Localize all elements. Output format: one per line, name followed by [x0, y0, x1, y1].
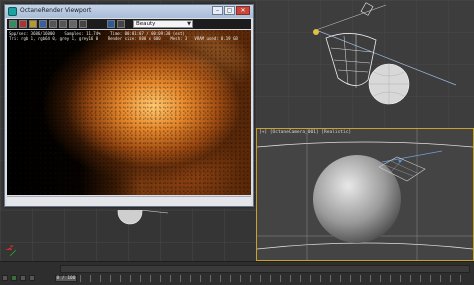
- scene-wireframe-top: [313, 2, 457, 105]
- horizon-curve-top: [257, 141, 473, 148]
- minimize-button[interactable]: –: [212, 6, 223, 15]
- save-image-icon[interactable]: [49, 20, 57, 28]
- sphere: [313, 155, 401, 243]
- render-noise: [7, 30, 251, 195]
- window-statusbar: [7, 196, 251, 206]
- clay-mode-icon[interactable]: [59, 20, 67, 28]
- play-icon[interactable]: [11, 275, 17, 281]
- window-title: OctaneRender Viewport: [20, 7, 92, 14]
- viewport-bottom-left[interactable]: [0, 210, 256, 261]
- frame-indicator[interactable]: 0 / 100: [55, 275, 77, 282]
- settings-icon[interactable]: [79, 20, 87, 28]
- camera-view-scene: [257, 129, 473, 260]
- axis-gizmo: [5, 245, 14, 250]
- window-titlebar[interactable]: OctaneRender Viewport – ▢ ✕: [5, 5, 253, 18]
- viewport-top-right[interactable]: [256, 0, 474, 128]
- lock-icon[interactable]: [117, 20, 125, 28]
- render-output[interactable]: Spp/sec: 3686/16000 Samples: 11.74% Time…: [7, 30, 251, 195]
- stats-line-2: Tri: rgb 1, rgb64 0, grey 1, grey16 0 Re…: [9, 36, 238, 41]
- backdrop-mesh: [325, 33, 377, 86]
- viewport-camera[interactable]: [+] [OctaneCamera_001] [Realistic]: [256, 128, 474, 261]
- key-icon[interactable]: [29, 275, 35, 281]
- bottom-left-scene: [5, 210, 169, 257]
- render-pass-select[interactable]: Beauty ▼: [133, 20, 193, 28]
- close-button[interactable]: ✕: [236, 6, 250, 15]
- octane-render-window[interactable]: OctaneRender Viewport – ▢ ✕ Beauty ▼ Spp…: [4, 4, 254, 207]
- max-logo-icon[interactable]: [2, 275, 8, 281]
- camera-icon: [313, 29, 319, 35]
- horizon-curve-bottom: [257, 242, 473, 250]
- restart-render-icon[interactable]: [39, 20, 47, 28]
- pause-icon[interactable]: [20, 275, 26, 281]
- stop-render-icon[interactable]: [19, 20, 27, 28]
- time-slider-track[interactable]: [60, 265, 470, 273]
- backdrop-mesh-lines: [330, 34, 373, 88]
- timeline-controls: [2, 275, 52, 283]
- render-pass-value: Beauty: [136, 21, 156, 27]
- chevron-down-icon: ▼: [187, 21, 191, 27]
- color-picker-icon[interactable]: [107, 20, 115, 28]
- target-line: [315, 4, 387, 31]
- pause-render-icon[interactable]: [29, 20, 37, 28]
- timeline-bar[interactable]: 0 / 100: [0, 261, 474, 285]
- start-render-icon[interactable]: [9, 20, 17, 28]
- sphere-wire: [117, 210, 143, 225]
- octane-icon: [8, 7, 17, 16]
- light-target: [398, 159, 402, 163]
- region-render-icon[interactable]: [69, 20, 77, 28]
- render-stats: Spp/sec: 3686/16000 Samples: 11.74% Time…: [9, 31, 238, 41]
- max-workspace: [+] [OctaneCamera_001] [Realistic] 0 / 1…: [0, 0, 474, 285]
- timeline-ticks: [80, 275, 470, 282]
- maximize-button[interactable]: ▢: [224, 6, 235, 15]
- render-toolbar: Beauty ▼: [7, 19, 251, 29]
- window-controls: – ▢ ✕: [212, 6, 250, 15]
